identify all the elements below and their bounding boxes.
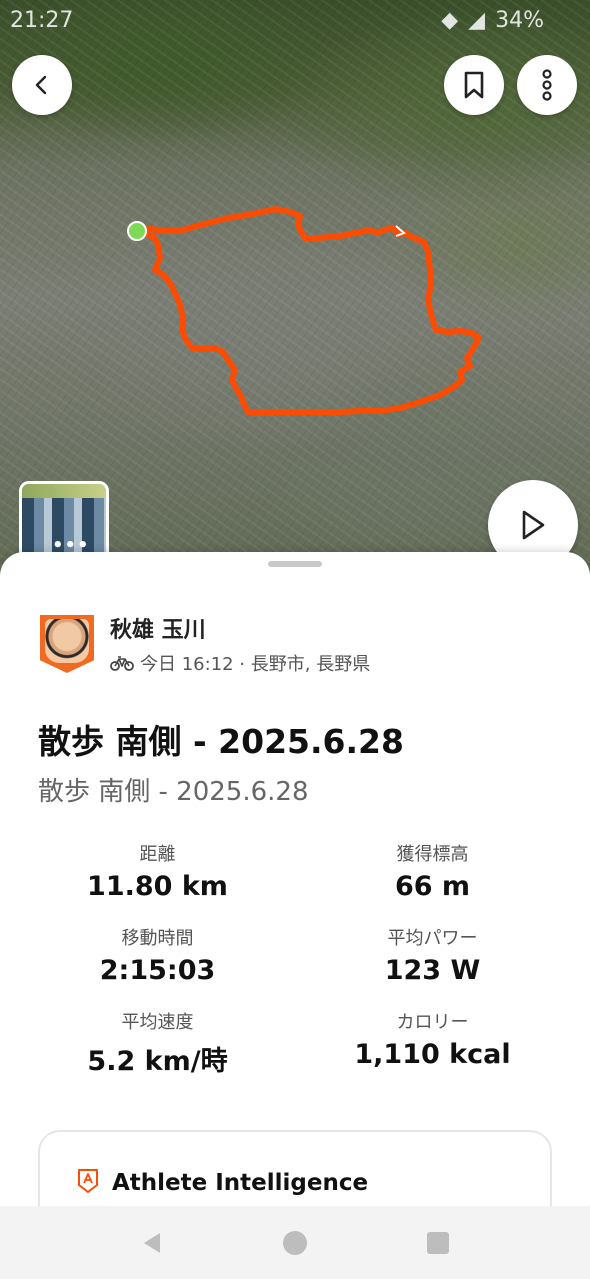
stat-elevation-gain: 獲得標高 66 m — [295, 840, 570, 902]
stat-value: 2:15:03 — [99, 955, 216, 986]
triangle-back-icon — [143, 1232, 160, 1253]
stat-label: 平均速度 — [121, 1012, 194, 1033]
athlete-intelligence-title: Athlete Intelligence — [112, 1170, 369, 1196]
stat-average-speed: 平均速度 5.2 km/時 — [20, 1008, 295, 1078]
stat-average-power: 平均パワー 123 W — [295, 924, 570, 986]
activity-screen: 21:27 ◆ ◢ 34% ••• 秋雄 玉川 今日 16:12 · 長野市, … — [0, 0, 590, 1279]
athlete-name[interactable]: 秋雄 玉川 — [110, 612, 370, 644]
stat-label: 距離 — [139, 844, 176, 865]
chevron-left-icon — [35, 75, 47, 95]
stat-label: 平均パワー — [387, 928, 478, 949]
activity-description: 散歩 南側 - 2025.6.28 — [38, 777, 309, 807]
stat-value: 5.2 km/時 — [87, 1046, 228, 1077]
signal-icon: ◢ — [468, 7, 486, 33]
stat-value: 66 m — [394, 871, 471, 902]
stat-value: 123 W — [384, 955, 481, 986]
activity-time-location: 今日 16:12 · 長野市, 長野県 — [140, 654, 371, 675]
start-marker — [127, 221, 147, 241]
activity-meta: 今日 16:12 · 長野市, 長野県 — [110, 650, 370, 676]
avatar-photo — [45, 619, 89, 663]
stat-label: カロリー — [396, 1012, 469, 1033]
status-icons: ◆ ◢ 34% — [441, 8, 544, 33]
photo-thumbnail[interactable]: ••• — [19, 481, 109, 561]
play-icon — [522, 510, 545, 540]
status-time: 21:27 — [10, 7, 74, 33]
bookmark-button[interactable] — [444, 55, 504, 115]
stat-label: 移動時間 — [121, 928, 194, 949]
back-button[interactable] — [12, 55, 72, 115]
sheet-drag-handle[interactable] — [268, 561, 322, 567]
more-options-button[interactable] — [517, 55, 577, 115]
athlete-intelligence-icon — [78, 1169, 98, 1193]
system-navigation-bar — [0, 1206, 590, 1279]
stat-calories: カロリー 1,110 kcal — [295, 1008, 570, 1078]
stat-value: 11.80 km — [87, 871, 228, 902]
activity-details-sheet: 秋雄 玉川 今日 16:12 · 長野市, 長野県 散歩 南側 - 2025.6… — [0, 552, 590, 1250]
stat-value: 1,110 kcal — [354, 1039, 511, 1070]
bike-icon — [110, 656, 134, 671]
nav-back-button[interactable] — [132, 1223, 172, 1263]
avatar[interactable] — [40, 615, 94, 673]
square-recents-icon — [427, 1231, 450, 1254]
stat-distance: 距離 11.80 km — [20, 840, 295, 902]
stats-grid: 距離 11.80 km 獲得標高 66 m 移動時間 2:15:03 平均パワー… — [20, 840, 570, 1078]
nav-home-button[interactable] — [275, 1223, 315, 1263]
nav-recents-button[interactable] — [418, 1223, 458, 1263]
bookmark-icon — [464, 71, 484, 99]
activity-title: 散歩 南側 - 2025.6.28 — [38, 722, 404, 761]
stat-moving-time: 移動時間 2:15:03 — [20, 924, 295, 986]
athlete-info: 秋雄 玉川 今日 16:12 · 長野市, 長野県 — [110, 612, 370, 676]
athlete-header[interactable]: 秋雄 玉川 今日 16:12 · 長野市, 長野県 — [40, 612, 370, 676]
battery-level: 34% — [495, 7, 544, 33]
route-line — [134, 206, 482, 416]
circle-home-icon — [282, 1230, 307, 1255]
stat-label: 獲得標高 — [396, 844, 469, 865]
status-bar: 21:27 ◆ ◢ 34% — [0, 0, 590, 40]
more-vertical-icon — [542, 69, 552, 101]
wifi-icon: ◆ — [441, 7, 459, 33]
